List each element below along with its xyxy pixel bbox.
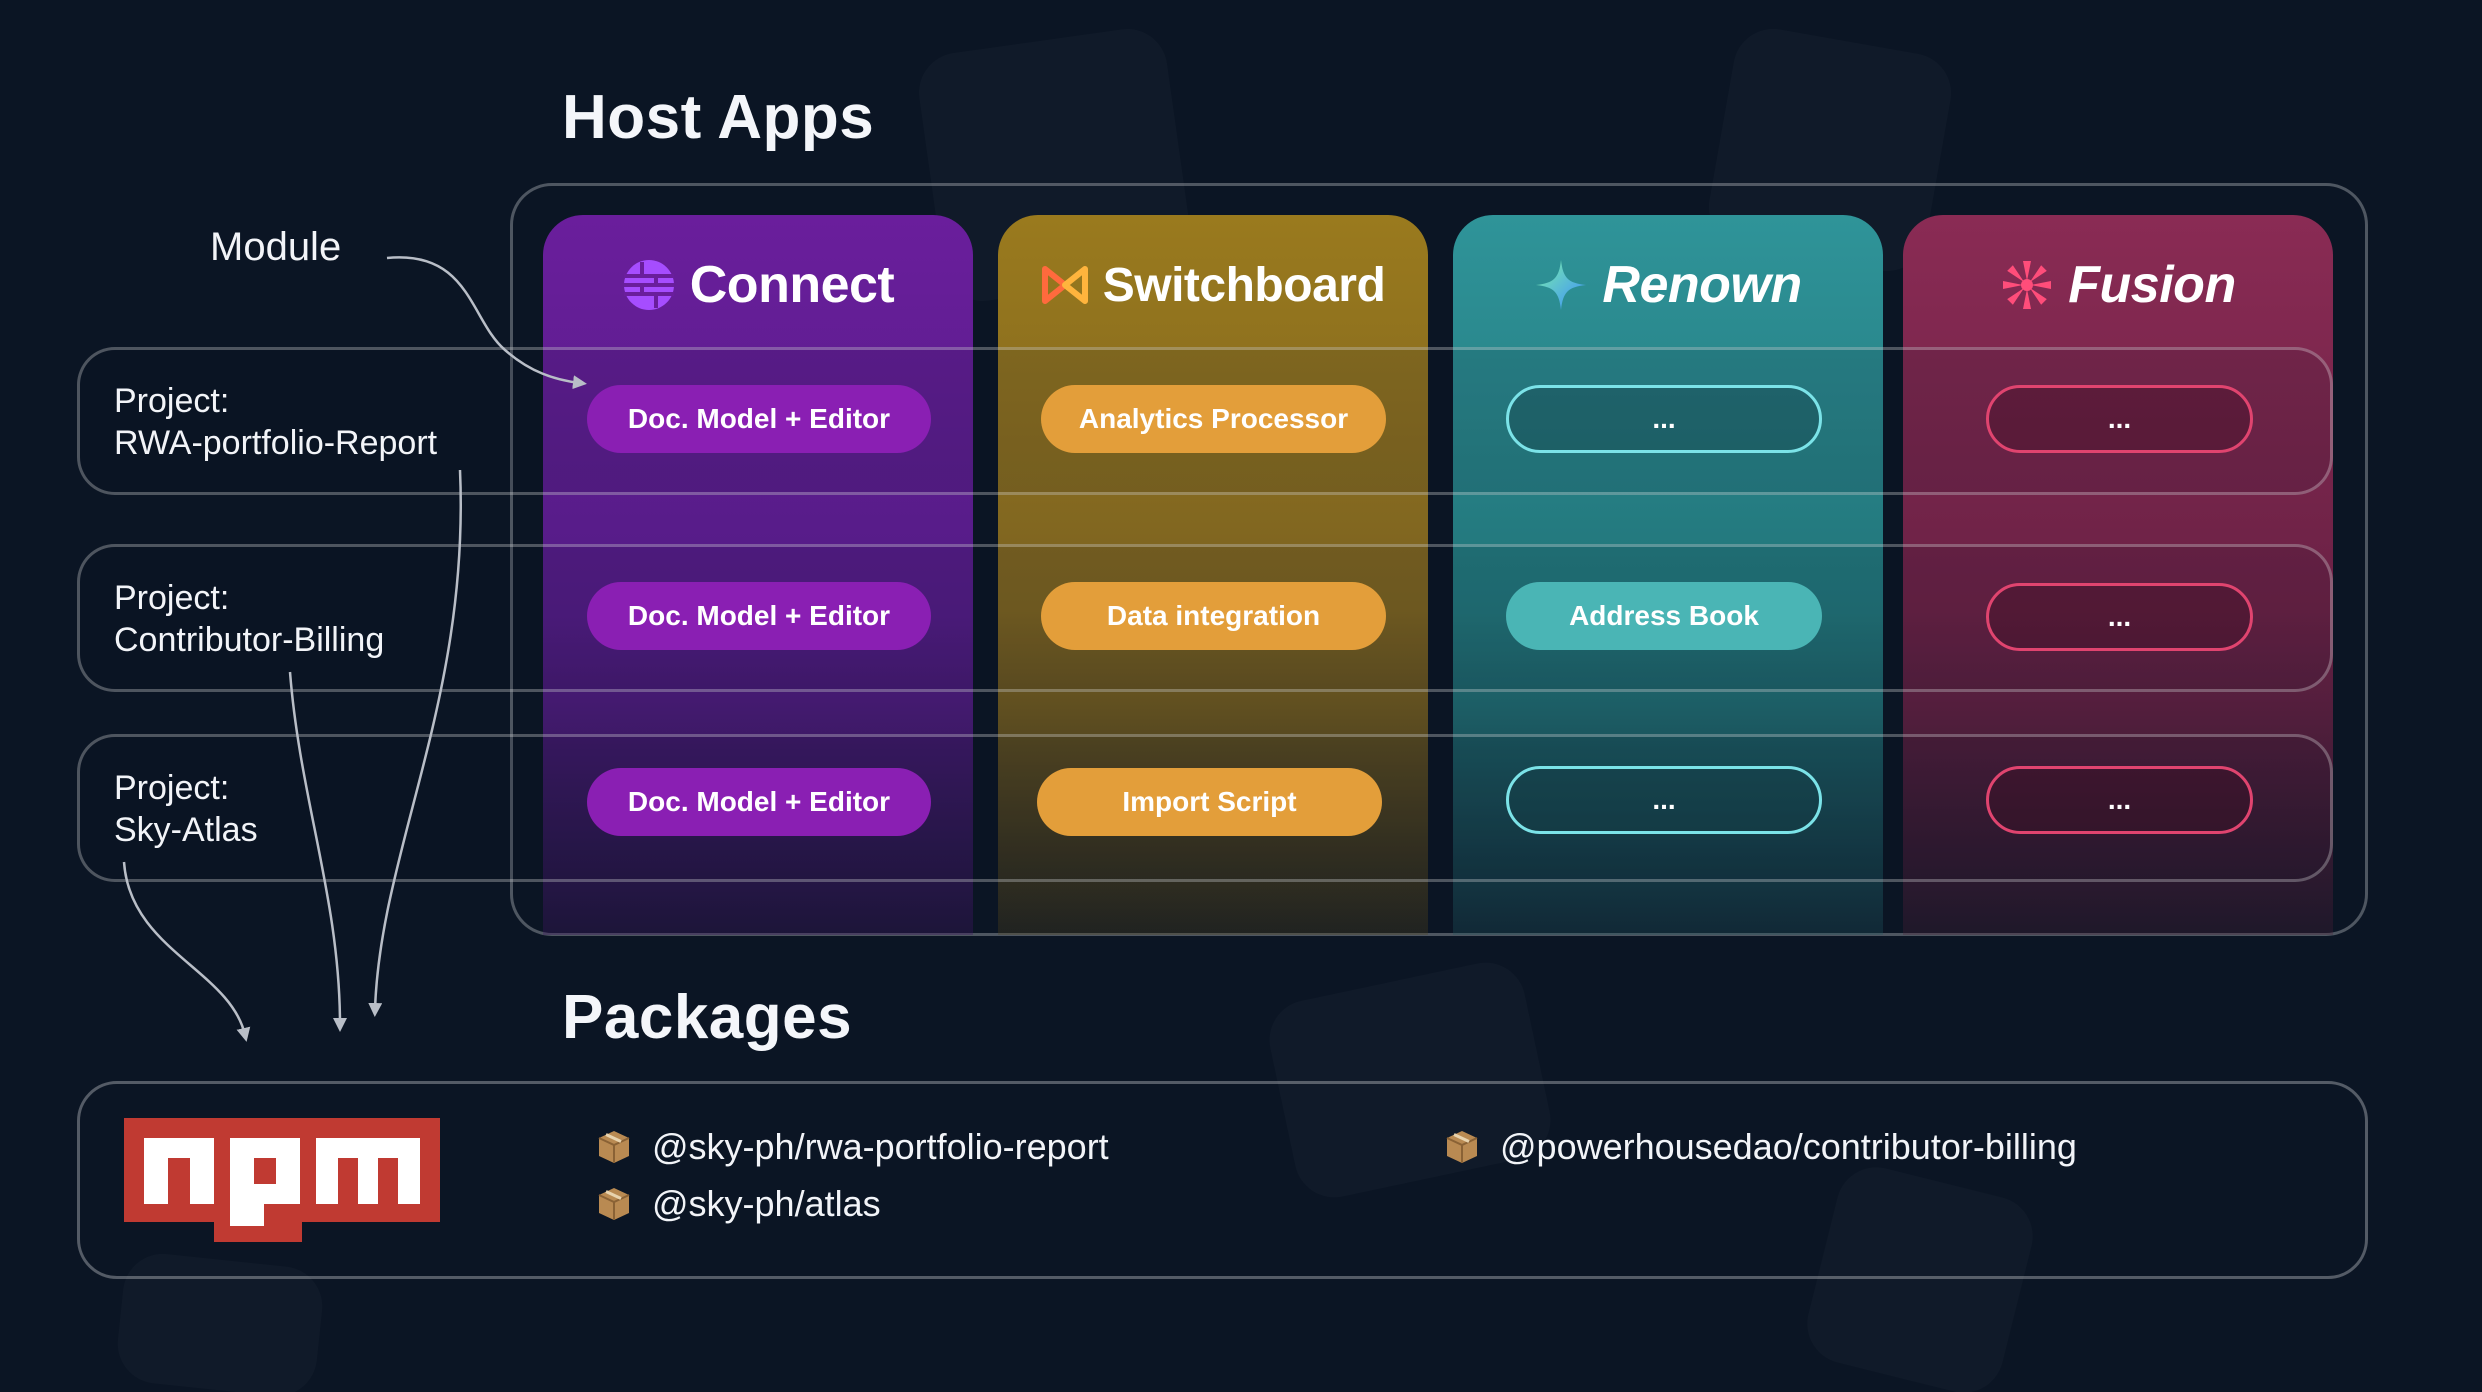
project-label-contributor-billing: Project: Contributor-Billing	[114, 579, 385, 659]
switchboard-logo-icon	[1041, 266, 1088, 304]
module-pill[interactable]: Import Script	[1037, 768, 1382, 836]
module-pill[interactable]: ...	[1986, 385, 2253, 453]
npm-logo-icon	[124, 1118, 440, 1242]
module-pill[interactable]: Doc. Model + Editor	[587, 385, 931, 453]
package-item[interactable]: @sky-ph/rwa-portfolio-report	[596, 1126, 1109, 1168]
package-box-icon	[598, 1131, 630, 1163]
app-name-switchboard: Switchboard	[1102, 258, 1386, 312]
module-pill[interactable]: Analytics Processor	[1041, 385, 1386, 453]
npm-logo: npm	[124, 1118, 440, 1247]
module-pill[interactable]: Address Book	[1506, 582, 1822, 650]
package-item[interactable]: @sky-ph/atlas	[596, 1183, 881, 1225]
package-name: @powerhousedao/contributor-billing	[1500, 1126, 2077, 1167]
module-pill[interactable]: ...	[1506, 385, 1822, 453]
package-name: @sky-ph/atlas	[652, 1183, 881, 1224]
module-pill[interactable]: Doc. Model + Editor	[587, 582, 931, 650]
host-apps-title: Host Apps	[562, 83, 875, 152]
package-box-icon	[1446, 1131, 1478, 1163]
pinwheel-icon	[2003, 261, 2052, 309]
app-name-fusion: Fusion	[2068, 256, 2236, 314]
package-name: @sky-ph/rwa-portfolio-report	[652, 1126, 1109, 1167]
module-label: Module	[210, 225, 342, 269]
app-name-renown: Renown	[1602, 256, 1802, 314]
module-pill[interactable]: Doc. Model + Editor	[587, 768, 931, 836]
app-name-connect: Connect	[689, 256, 895, 314]
module-pill[interactable]: ...	[1986, 583, 2253, 651]
package-box-icon	[598, 1188, 630, 1220]
module-pill[interactable]: ...	[1986, 766, 2253, 834]
globe-icon	[623, 260, 674, 310]
project-label-rwa: Project: RWA-portfolio-Report	[114, 382, 438, 462]
project-label-sky-atlas: Project: Sky-Atlas	[114, 769, 258, 849]
packages-title: Packages	[562, 983, 853, 1052]
package-item[interactable]: @powerhousedao/contributor-billing	[1444, 1126, 2077, 1168]
module-pill[interactable]: Data integration	[1041, 582, 1386, 650]
sparkle-icon	[1536, 260, 1587, 310]
module-pill[interactable]: ...	[1506, 766, 1822, 834]
